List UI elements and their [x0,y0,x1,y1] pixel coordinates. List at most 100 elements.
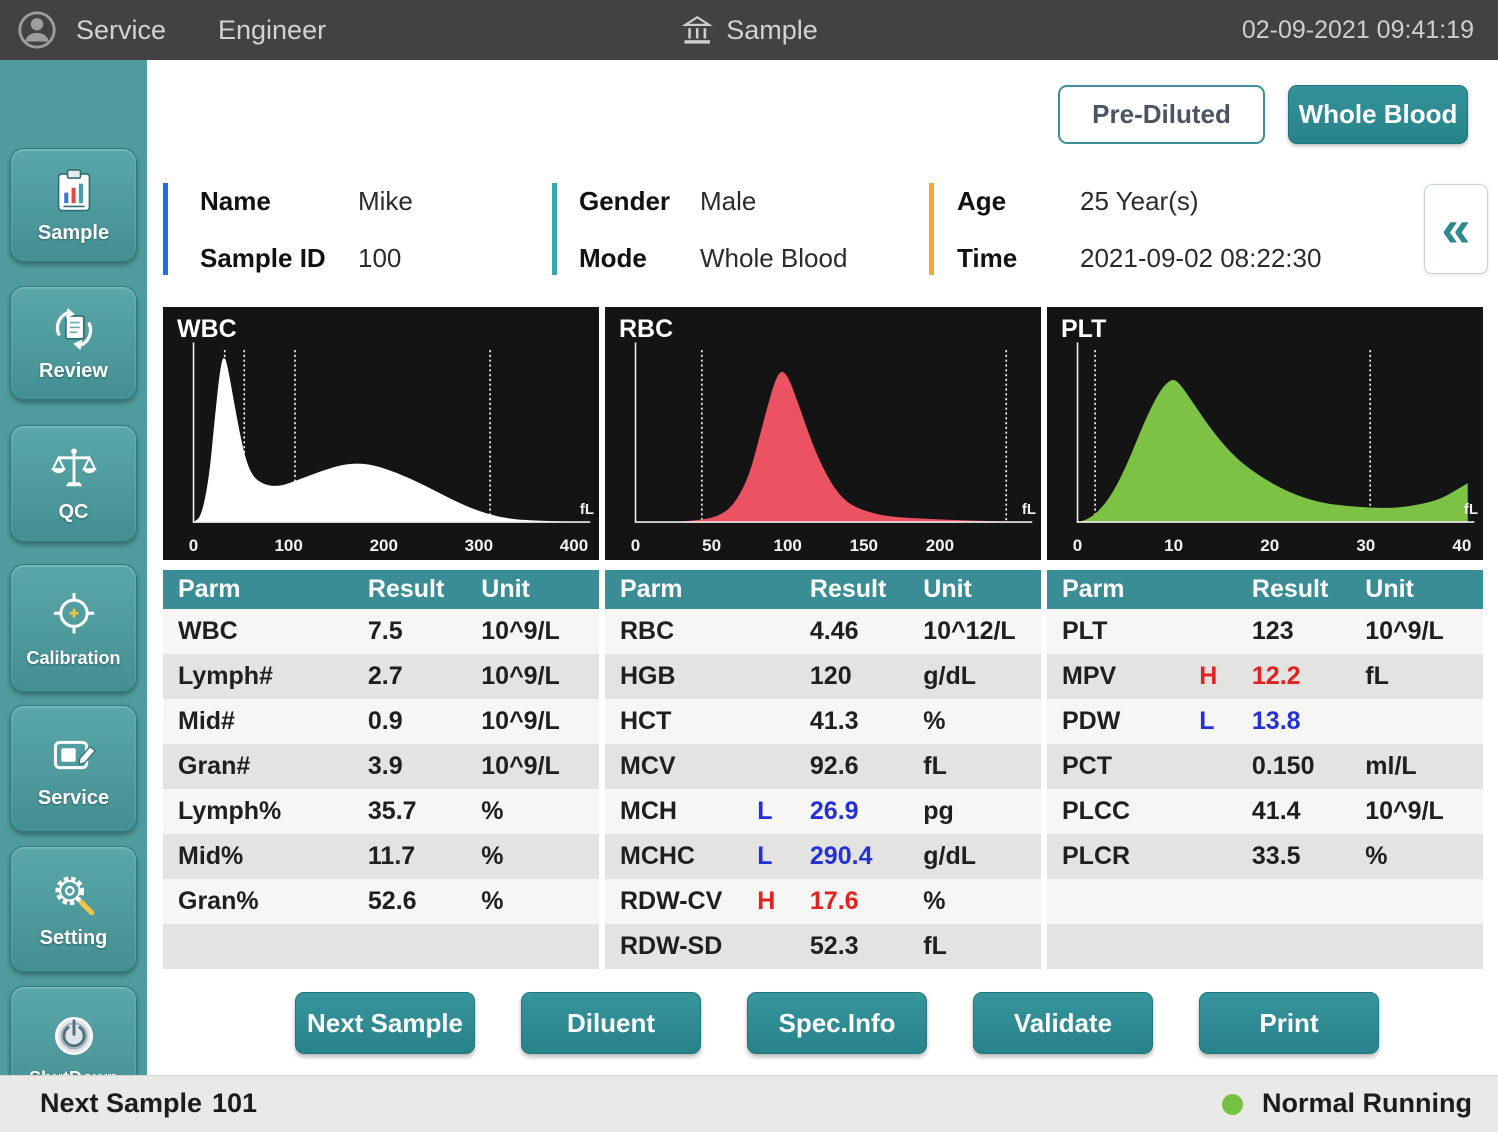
next-sample-label: Next Sample [40,1088,202,1119]
gender-value: Male [700,186,756,217]
table-row: RBC 4.4610^12/L [605,609,1041,654]
sidebar-item-service[interactable]: Service [10,705,137,832]
header-result: Result [810,575,923,604]
param-unit: 10^12/L [923,617,1041,646]
setting-gears-icon [46,868,102,922]
x-tick-label: 0 [631,536,640,556]
table-header: Parm Result Unit [163,570,599,609]
param-name: Lymph% [163,797,311,826]
x-tick-label: 100 [274,536,302,556]
system-datetime: 02-09-2021 09:41:19 [1242,0,1474,60]
service-tool-icon [46,728,102,782]
spec-info-button[interactable]: Spec.Info [747,992,927,1054]
action-bar: Next Sample Diluent Spec.Info Validate P… [295,992,1379,1054]
x-tick-label: 40 [1452,536,1471,556]
diluent-button[interactable]: Diluent [521,992,701,1054]
x-tick-label: 20 [1260,536,1279,556]
collapse-panel-button[interactable]: « [1424,184,1488,274]
header-parm: Parm [163,575,311,604]
param-result: 52.3 [810,932,923,961]
param-name: HGB [605,662,753,691]
param-unit: fL [923,752,1041,781]
header-unit: Unit [923,575,1041,604]
param-name: WBC [163,617,311,646]
user-icon [16,9,58,51]
divider-blue [163,183,168,275]
sidebar-item-setting[interactable]: Setting [10,846,137,972]
table-row [1047,879,1483,924]
print-button[interactable]: Print [1199,992,1379,1054]
table-row: HGB120g/dL [605,654,1041,699]
next-sample-value: 101 [212,1088,257,1119]
sidebar-item-qc[interactable]: QC [10,425,137,542]
param-name: RDW-SD [605,932,753,961]
param-unit: % [923,707,1041,736]
param-flag: H [753,887,810,916]
qc-scales-icon [46,444,102,496]
table-header: Parm Result Unit [605,570,1041,609]
param-unit: % [923,887,1041,916]
x-tick-label: 200 [370,536,398,556]
x-tick-label: 30 [1356,536,1375,556]
param-unit: 10^9/L [481,662,599,691]
param-result: 33.5 [1252,842,1365,871]
param-result: 13.8 [1252,707,1365,736]
status-text: Normal Running [1262,1088,1472,1119]
table-row: MCHL26.9pg [605,789,1041,834]
topbar-section: Sample [680,0,818,60]
param-unit: ml/L [1365,752,1483,781]
validate-button[interactable]: Validate [973,992,1153,1054]
sidebar-item-calibration[interactable]: Calibration [10,564,137,692]
param-unit: 10^9/L [481,707,599,736]
x-tick-label: 0 [1073,536,1082,556]
table-row: WBC 7.510^9/L [163,609,599,654]
x-axis-unit: fL [1464,501,1478,518]
histogram-title: WBC [177,315,237,344]
param-flag: L [753,797,810,826]
sidebar-item-label: Calibration [26,648,120,669]
table-row: PLCR33.5% [1047,834,1483,879]
wbc-histogram: WBC fL 0100200300400 [163,307,599,560]
param-result: 4.46 [810,617,923,646]
param-result: 7.5 [368,617,481,646]
whole-blood-button[interactable]: Whole Blood [1288,85,1468,144]
time-label: Time [957,243,1017,274]
table-header: Parm Result Unit [1047,570,1483,609]
sidebar-item-label: QC [59,501,89,524]
pre-diluted-button[interactable]: Pre-Diluted [1058,85,1265,144]
sidebar-item-review[interactable]: Review [10,286,137,400]
header-unit: Unit [1365,575,1483,604]
param-name: MCH [605,797,753,826]
param-result: 35.7 [368,797,481,826]
sidebar-item-label: Sample [38,222,109,245]
param-unit: pg [923,797,1041,826]
table-row: MCHCL290.4g/dL [605,834,1041,879]
age-label: Age [957,186,1006,217]
sample-section-icon [680,13,714,47]
sample-clipboard-icon [46,165,102,217]
sidebar-item-label: Setting [40,927,108,950]
x-tick-label: 100 [774,536,802,556]
table-row: PLCC41.410^9/L [1047,789,1483,834]
topbar-engineer-label: Engineer [218,0,326,60]
sidebar-item-sample[interactable]: Sample [10,148,137,262]
param-name: Mid% [163,842,311,871]
param-result: 12.2 [1252,662,1365,691]
param-unit: 10^9/L [481,617,599,646]
review-icon [46,303,102,355]
analyzer-screen: Service Engineer Sample 02-09-2021 09:41… [0,0,1498,1132]
param-flag: L [1195,707,1252,736]
param-result: 41.4 [1252,797,1365,826]
x-tick-label: 0 [189,536,198,556]
param-name: Mid# [163,707,311,736]
table-row: RDW-CVH17.6% [605,879,1041,924]
sample-id-value: 100 [358,243,401,274]
param-unit: 10^9/L [1365,797,1483,826]
param-unit: fL [1365,662,1483,691]
next-sample-button[interactable]: Next Sample [295,992,475,1054]
table-row: PDWL13.8 [1047,699,1483,744]
param-name: PCT [1047,752,1195,781]
table-row: Mid%11.7% [163,834,599,879]
param-name: RBC [605,617,753,646]
param-result: 52.6 [368,887,481,916]
